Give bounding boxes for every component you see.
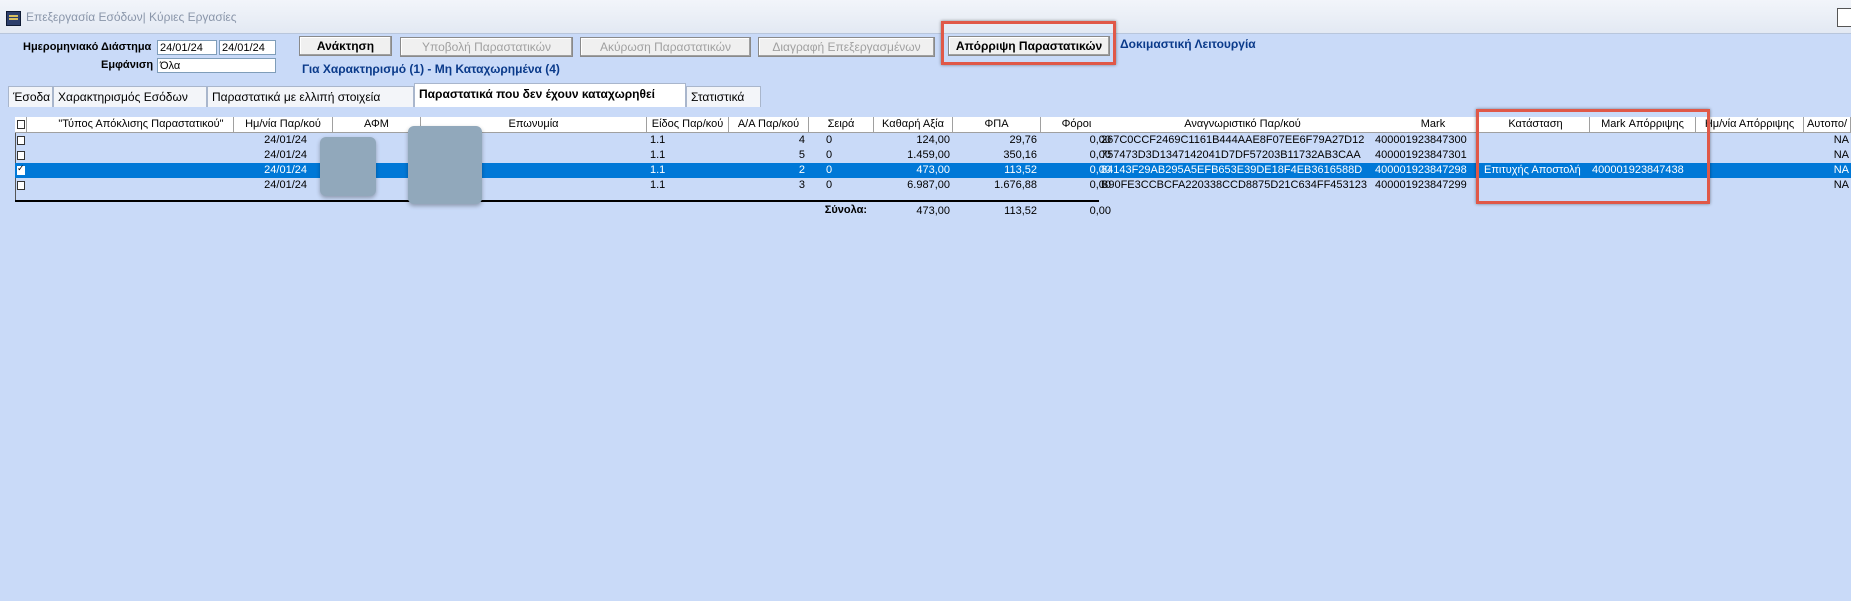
tab-statistics[interactable]: Στατιστικά	[686, 86, 761, 107]
cell-doc-number: 3	[798, 179, 805, 191]
header-vat[interactable]: ΦΠΑ	[953, 117, 1041, 133]
select-all-checkbox[interactable]	[17, 120, 25, 129]
cell-date: 24/01/24	[264, 149, 307, 161]
cell-doc-type: 1.1	[650, 134, 666, 146]
cell-net-value: 6.987,00	[907, 179, 950, 191]
delete-processed-button[interactable]: Διαγραφή Επεξεργασμένων	[758, 37, 935, 57]
header-auto[interactable]: Αυτοπο/	[1804, 117, 1851, 133]
cell-doc-type: 1.1	[650, 149, 666, 161]
row-checkbox[interactable]	[17, 151, 25, 160]
redacted-name	[408, 126, 482, 204]
cell-doc-uid: 757473D3D1347142041D7DF57203B11732AB3CAA	[1101, 149, 1361, 161]
cell-auto: NA	[1833, 164, 1849, 176]
cell-net-value: 124,00	[916, 134, 950, 146]
cell-date: 24/01/24	[264, 164, 307, 176]
cell-doc-type: 1.1	[650, 179, 666, 191]
total-vat: 113,52	[1004, 205, 1037, 217]
total-net-value: 473,00	[916, 205, 950, 217]
cell-mark: 400001923847301	[1375, 149, 1467, 161]
app-icon	[6, 11, 21, 26]
grid-bottom-border	[15, 200, 1099, 202]
window-title: Επεξεργασία Εσόδων| Κύριες Εργασίες	[26, 10, 237, 24]
date-to-field[interactable]: 24/01/24	[219, 40, 276, 55]
highlight-reject-button	[941, 21, 1116, 65]
header-doc-number[interactable]: Α/Α Παρ/κού	[729, 117, 809, 133]
header-doc-type[interactable]: Είδος Παρ/κού	[647, 117, 729, 133]
cell-auto: NA	[1833, 149, 1849, 161]
display-select[interactable]: Όλα	[157, 58, 276, 73]
row-checkbox[interactable]	[17, 136, 25, 145]
date-from-field[interactable]: 24/01/24	[157, 40, 217, 55]
cell-vat: 350,16	[1003, 149, 1037, 161]
tab-income[interactable]: Έσοδα	[8, 86, 53, 107]
cell-auto: NA	[1833, 134, 1849, 146]
cell-date: 24/01/24	[264, 179, 307, 191]
cell-vat: 113,52	[1004, 164, 1037, 176]
cell-vat: 29,76	[1009, 134, 1037, 146]
header-doc-uid[interactable]: Αναγνωριστικό Παρ/κού	[1099, 117, 1387, 133]
submit-documents-button[interactable]: Υποβολή Παραστατικών	[400, 37, 573, 57]
cell-vat: 1.676,88	[994, 179, 1037, 191]
cell-doc-uid: 84143F29AB295A5EFB653E39DE18F4EB3616588D	[1101, 164, 1363, 176]
cell-date: 24/01/24	[264, 134, 307, 146]
summary-label: Για Χαρακτηρισμό (1) - Μη Καταχωρημένα (…	[302, 62, 560, 76]
title-bar: Επεξεργασία Εσόδων| Κύριες Εργασίες	[0, 0, 1851, 34]
cell-net-value: 1.459,00	[907, 149, 950, 161]
tab-incomplete-documents[interactable]: Παραστατικά με ελλιπή στοιχεία	[207, 86, 414, 107]
highlight-status-columns	[1476, 109, 1710, 204]
header-deviation-type[interactable]: "Τύπος Απόκλισης Παραστατικού"	[49, 117, 234, 133]
cell-net-value: 473,00	[916, 164, 950, 176]
cancel-documents-button[interactable]: Ακύρωση Παραστατικών	[580, 37, 751, 57]
display-label: Εμφάνιση	[101, 59, 154, 71]
header-select-all[interactable]	[15, 117, 27, 133]
tab-unregistered-documents[interactable]: Παραστατικά που δεν έχουν καταχωρηθεί	[414, 83, 686, 107]
total-taxes: 0,00	[1089, 205, 1111, 217]
cell-series: 0	[825, 179, 833, 191]
row-checkbox-checked[interactable]	[17, 163, 25, 175]
test-mode-label: Δοκιμαστική Λειτουργία	[1120, 37, 1256, 51]
window-control-button[interactable]	[1837, 8, 1851, 27]
cell-mark: 400001923847299	[1375, 179, 1467, 191]
cell-auto: NA	[1833, 179, 1849, 191]
totals-label: Σύνολα:	[824, 204, 867, 216]
cell-doc-number: 4	[798, 134, 805, 146]
retrieve-button[interactable]: Ανάκτηση	[299, 36, 392, 56]
cell-mark: 400001923847298	[1375, 164, 1467, 176]
header-series[interactable]: Σειρά	[809, 117, 874, 133]
header-reject-date[interactable]: Ημ/νία Απόρριψης	[1696, 117, 1804, 133]
cell-doc-number: 2	[798, 164, 805, 176]
cell-doc-type: 1.1	[650, 164, 666, 176]
cell-doc-number: 5	[798, 149, 805, 161]
redacted-afm	[320, 137, 376, 196]
date-range-label: Ημερομηνιακό Διάστημα	[23, 41, 152, 53]
header-net-value[interactable]: Καθαρή Αξία	[874, 117, 953, 133]
header-date[interactable]: Ημ/νία Παρ/κού	[234, 117, 333, 133]
cell-series: 0	[825, 134, 833, 146]
tab-income-characterization[interactable]: Χαρακτηρισμός Εσόδων	[53, 86, 207, 107]
cell-series: 0	[825, 164, 833, 176]
cell-doc-uid: B90FE3CCBCFA220338CCD8875D21C634FF453123	[1101, 179, 1367, 191]
cell-mark: 400001923847300	[1375, 134, 1467, 146]
row-checkbox[interactable]	[17, 181, 25, 190]
cell-series: 0	[825, 149, 833, 161]
cell-doc-uid: 267C0CCF2469C1161B444AAE8F07EE6F79A27D12	[1101, 134, 1365, 146]
